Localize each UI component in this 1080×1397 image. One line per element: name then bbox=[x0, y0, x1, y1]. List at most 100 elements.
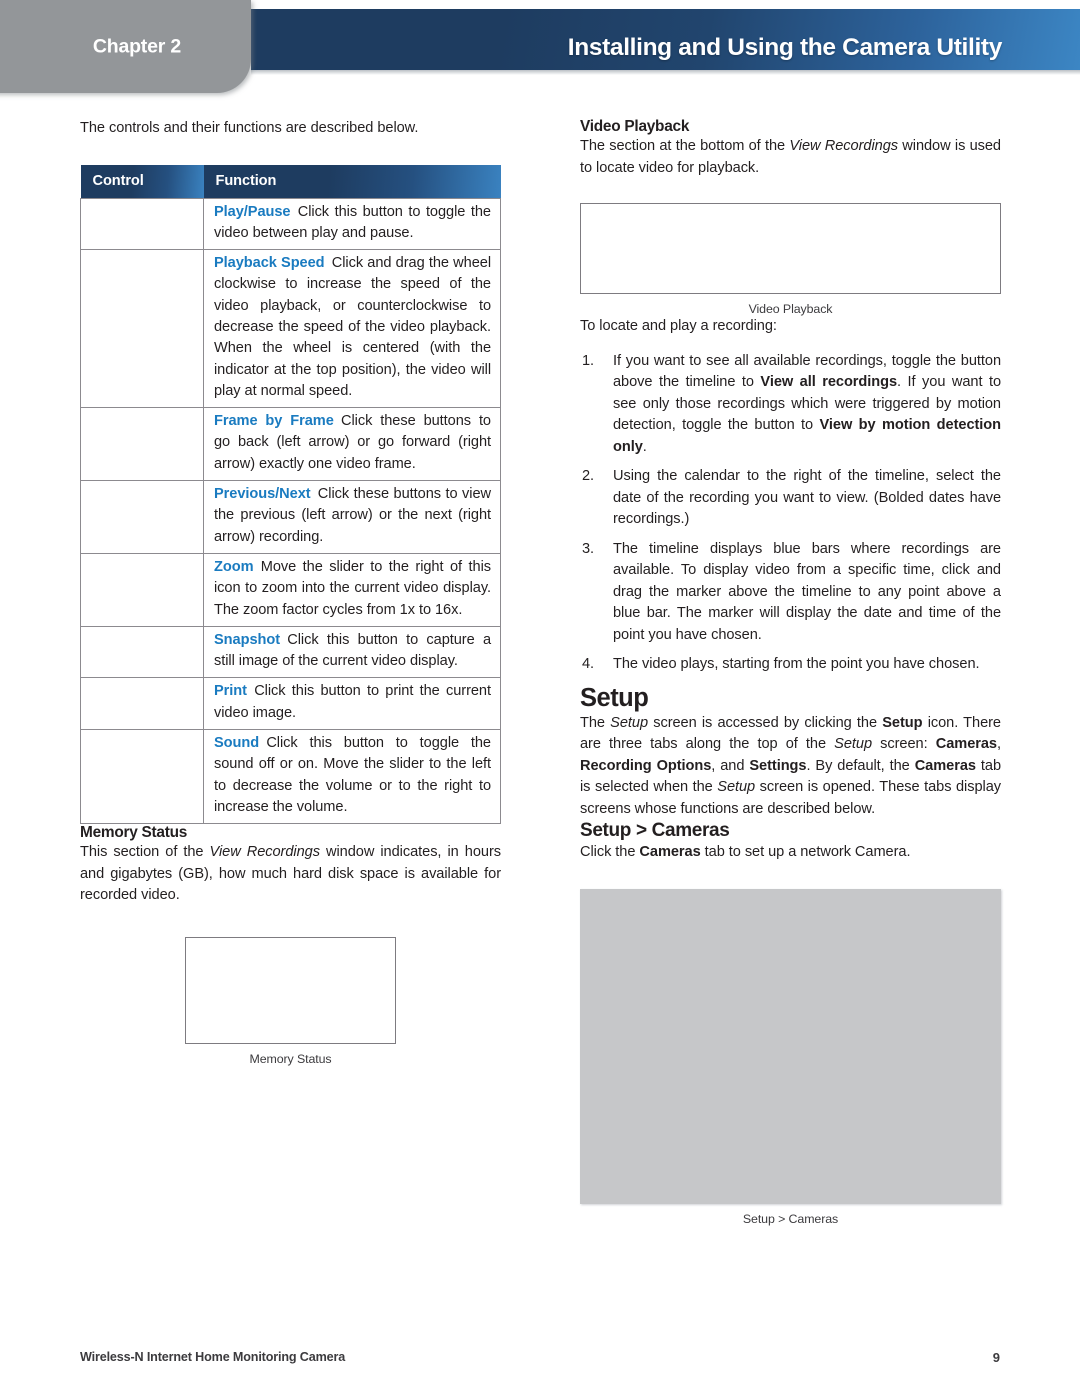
control-term: Play/Pause bbox=[214, 203, 291, 220]
intro-paragraph: The controls and their functions are des… bbox=[80, 120, 419, 136]
setup-cameras-heading: Setup > Cameras bbox=[580, 820, 730, 841]
memory-status-heading: Memory Status bbox=[80, 824, 188, 842]
control-term: Snapshot bbox=[214, 631, 281, 648]
video-playback-italic: View Recordings bbox=[789, 138, 898, 154]
column-header-function: Function bbox=[203, 164, 501, 198]
text-run: . By default, the bbox=[806, 757, 915, 774]
video-playback-heading: Video Playback bbox=[580, 118, 690, 135]
column-header-control: Control bbox=[80, 164, 204, 198]
list-item-text: The timeline displays blue bars where re… bbox=[613, 541, 1001, 643]
function-description-cell: Sound Click this button to toggle the so… bbox=[203, 729, 501, 825]
footer-page-number: 9 bbox=[992, 1350, 1000, 1365]
control-term: Print bbox=[214, 683, 247, 700]
text-run: Using the calendar to the right of the t… bbox=[613, 468, 1001, 527]
emphasis-bold: View all recordings bbox=[760, 374, 898, 390]
list-item: 2. Using the calendar to the right of the… bbox=[580, 466, 1001, 531]
control-icon-cell bbox=[80, 552, 204, 627]
table-header-row: Control Function bbox=[80, 164, 501, 198]
text-run: Click the bbox=[580, 844, 640, 860]
memory-status-italic: View Recordings bbox=[209, 844, 320, 861]
video-playback-figure-caption: Video Playback bbox=[748, 302, 833, 316]
function-description-cell: Previous/Next Click these buttons to vie… bbox=[203, 480, 501, 554]
control-term: Previous/Next bbox=[214, 486, 311, 503]
memory-status-figure bbox=[185, 936, 396, 1044]
chapter-label: Chapter 2 bbox=[92, 35, 181, 57]
video-playback-figure bbox=[580, 203, 1001, 294]
page-title: Installing and Using the Camera Utility bbox=[567, 33, 1003, 61]
function-description-cell: Play/Pause Click this button to toggle t… bbox=[203, 197, 501, 251]
text-run: screen is accessed by clicking the bbox=[648, 714, 883, 731]
text-run: , and bbox=[711, 757, 750, 774]
header-banner-shadow bbox=[251, 70, 1080, 75]
list-item-number: 3. bbox=[582, 540, 595, 557]
emphasis-bold: Cameras bbox=[935, 736, 997, 752]
steps-intro: To locate and play a recording: bbox=[580, 318, 777, 334]
list-item-text: Using the calendar to the right of the t… bbox=[613, 468, 1001, 527]
video-playback-text-1: The section at the bottom of the bbox=[580, 138, 790, 154]
text-run: . bbox=[642, 438, 647, 455]
memory-status-text-1: This section of the bbox=[80, 844, 210, 861]
control-icon-cell bbox=[80, 407, 204, 482]
list-item-number: 4. bbox=[582, 656, 595, 672]
list-item-text: If you want to see all available recordi… bbox=[613, 353, 1001, 455]
setup-cameras-figure-caption: Setup > Cameras bbox=[742, 1211, 839, 1226]
table-row: Play/Pause Click this button to toggle t… bbox=[80, 197, 501, 251]
control-icon-cell bbox=[80, 625, 204, 679]
control-icon-cell bbox=[80, 197, 204, 251]
control-icon-cell bbox=[80, 729, 204, 825]
table-row: Zoom Move the slider to the right of thi… bbox=[80, 552, 501, 627]
text-run: screen: bbox=[872, 736, 936, 752]
table-row: Sound Click this button to toggle the so… bbox=[80, 729, 501, 825]
emphasis-italic: Setup bbox=[834, 736, 873, 752]
setup-heading: Setup bbox=[580, 683, 649, 712]
table-row: Snapshot Click this button to capture a … bbox=[80, 625, 501, 679]
page-footer: Wireless-N Internet Home Monitoring Came… bbox=[80, 1350, 1000, 1370]
list-item-number: 1. bbox=[582, 352, 595, 369]
emphasis-bold: Cameras bbox=[914, 757, 976, 774]
table-row: Previous/Next Click these buttons to vie… bbox=[80, 480, 501, 554]
table-row: Print Click this button to print the cur… bbox=[80, 677, 501, 731]
list-item-number: 2. bbox=[582, 468, 595, 484]
text-run: The video plays, starting from the point… bbox=[613, 656, 980, 672]
table-row: Playback Speed Click and drag the wheel … bbox=[80, 249, 501, 409]
playback-steps-list: 1. If you want to see all available recor… bbox=[580, 351, 1001, 676]
function-description-cell: Frame by Frame Click these buttons to go… bbox=[203, 407, 501, 482]
memory-status-figure-caption: Memory Status bbox=[249, 1051, 332, 1066]
controls-table: Control Function Play/Pause Click this b… bbox=[80, 164, 501, 825]
footer-product-name: Wireless-N Internet Home Monitoring Came… bbox=[80, 1350, 346, 1364]
control-icon-cell bbox=[80, 677, 204, 731]
controls-table-head: Control Function bbox=[80, 164, 501, 198]
control-term: Frame by Frame bbox=[214, 413, 334, 430]
text-run: The timeline displays blue bars where re… bbox=[613, 540, 1001, 643]
emphasis-bold: Recording Options bbox=[580, 757, 712, 774]
control-icon-cell bbox=[80, 249, 204, 409]
list-item: 1. If you want to see all available recor… bbox=[580, 351, 1001, 459]
setup-cameras-paragraph: Click the Cameras tab to set up a networ… bbox=[580, 842, 1001, 864]
function-description-cell: Snapshot Click this button to capture a … bbox=[203, 625, 501, 679]
left-column: The controls and their functions are des… bbox=[80, 118, 501, 1066]
function-description-cell: Playback Speed Click and drag the wheel … bbox=[203, 249, 501, 409]
control-term: Zoom bbox=[214, 558, 254, 575]
emphasis-italic: Setup bbox=[610, 714, 649, 731]
page-header: Installing and Using the Camera Utility … bbox=[0, 0, 1080, 95]
emphasis-bold: Settings bbox=[749, 757, 807, 774]
right-column: Video Playback The section at the bottom… bbox=[580, 118, 1001, 1226]
control-term: Sound bbox=[214, 735, 260, 752]
table-row: Frame by Frame Click these buttons to go… bbox=[80, 407, 501, 482]
setup-cameras-figure bbox=[580, 888, 1001, 1204]
function-description-cell: Zoom Move the slider to the right of thi… bbox=[203, 552, 501, 627]
setup-paragraph: The Setup screen is accessed by clicking… bbox=[580, 713, 1001, 821]
chapter-tab: Chapter 2 bbox=[0, 0, 251, 93]
list-item-text: The video plays, starting from the point… bbox=[613, 656, 980, 672]
controls-table-body: Play/Pause Click this button to toggle t… bbox=[80, 197, 501, 825]
text-run: , bbox=[997, 736, 1001, 752]
emphasis-bold: Setup bbox=[882, 714, 923, 731]
video-playback-paragraph: The section at the bottom of the View Re… bbox=[580, 136, 1001, 179]
list-item: 4. The video plays, starting from the poi… bbox=[580, 654, 1001, 676]
list-item: 3. The timeline displays blue bars where … bbox=[580, 539, 1001, 647]
control-term: Playback Speed bbox=[214, 255, 325, 272]
memory-status-paragraph: This section of the View Recordings wind… bbox=[80, 842, 501, 907]
text-run: tab to set up a network Camera. bbox=[700, 844, 911, 860]
emphasis-italic: Setup bbox=[717, 779, 756, 795]
emphasis-bold: Cameras bbox=[639, 844, 701, 860]
